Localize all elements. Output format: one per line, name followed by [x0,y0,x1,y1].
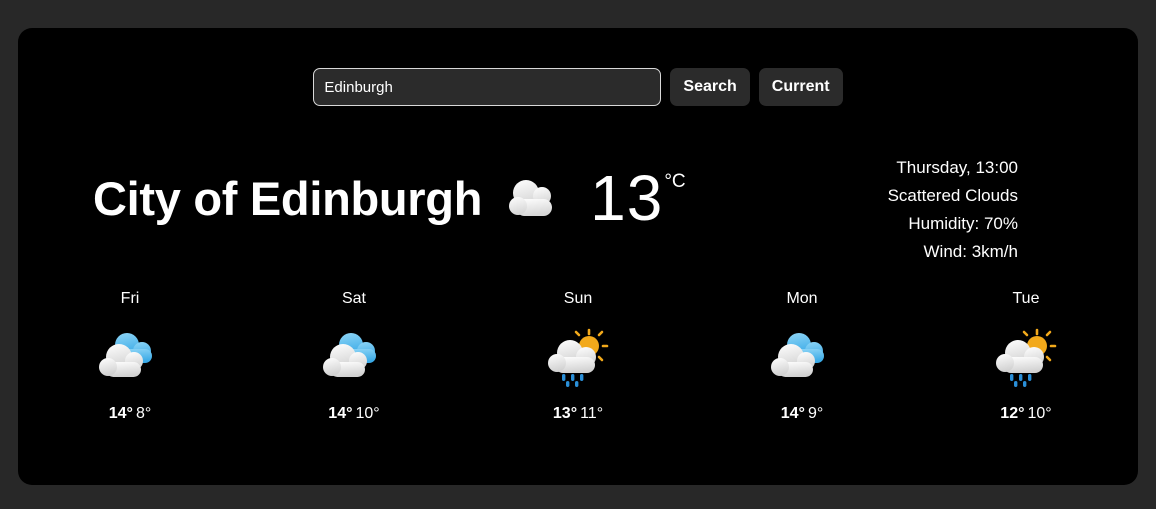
forecast-high: 14° [328,405,353,422]
weather-app: Search Current City of Edinburgh [0,0,1156,509]
broken-clouds-icon [99,333,152,377]
forecast-temps: 14° 9° [781,405,824,423]
day-shower-rain-icon [548,328,609,387]
temperature-unit: °C [664,171,686,192]
current-humidity: Humidity: 70% [908,214,1018,233]
forecast-day-label: Sat [341,290,366,307]
forecast-low: 8° [135,405,152,422]
forecast-temps: 14° 8° [109,405,152,423]
raindrops [1010,374,1032,387]
day-shower-rain-icon [996,328,1057,387]
forecast-day-label: Fri [120,290,140,307]
scattered-clouds-icon [509,180,553,217]
forecast-day-label: Tue [1012,290,1040,307]
current-datetime: Thursday, 13:00 [896,158,1018,177]
current-wind: Wind: 3km/h [923,242,1018,261]
raindrops [562,374,584,387]
forecast-low: 10° [1027,405,1052,422]
current-temperature: 13 °C [590,162,686,234]
temperature-value: 13 [590,162,664,234]
forecast-low: 10° [355,405,380,422]
current-details: Thursday, 13:00 Scattered Clouds Humidit… [888,154,1018,266]
city-search-input[interactable] [313,68,662,106]
forecast-high: 14° [780,405,805,422]
forecast-temps: 13° 11° [553,405,603,423]
forecast-low: 9° [807,405,824,422]
forecast-temps: 14° 10° [328,405,379,423]
forecast-card: Fri 14° 8° [18,290,242,423]
forecast-high: 12° [1000,405,1025,422]
forecast-card: Sat 14° 10° [242,290,466,423]
weather-card: Search Current City of Edinburgh [18,28,1138,485]
search-bar: Search Current [18,68,1138,106]
forecast-card: Sun 13° 11° [466,290,690,423]
forecast-high: 13° [552,405,578,422]
current-description: Scattered Clouds [887,186,1018,205]
forecast-card: Mon 14° 9° [690,290,914,423]
forecast-temps: 12° 10° [1000,405,1051,423]
current-location-button[interactable]: Current [758,68,843,106]
forecast-low: 11° [580,405,604,422]
forecast-day-label: Mon [786,290,818,307]
city-name: City of Edinburgh [93,171,483,225]
search-button[interactable]: Search [670,68,750,106]
forecast-high: 14° [108,405,133,422]
forecast-list: Fri 14° 8° Sat 14° 10° Sun 13° 11° Mon 1… [18,290,1138,423]
forecast-card: Tue 12° 10° [914,290,1138,423]
current-summary: City of Edinburgh 13 °C [93,162,686,234]
current-conditions: City of Edinburgh 13 °C Thursday, 13:00 … [18,140,1138,290]
broken-clouds-icon [323,333,376,377]
forecast-day-label: Sun [563,290,593,307]
broken-clouds-icon [771,333,824,377]
